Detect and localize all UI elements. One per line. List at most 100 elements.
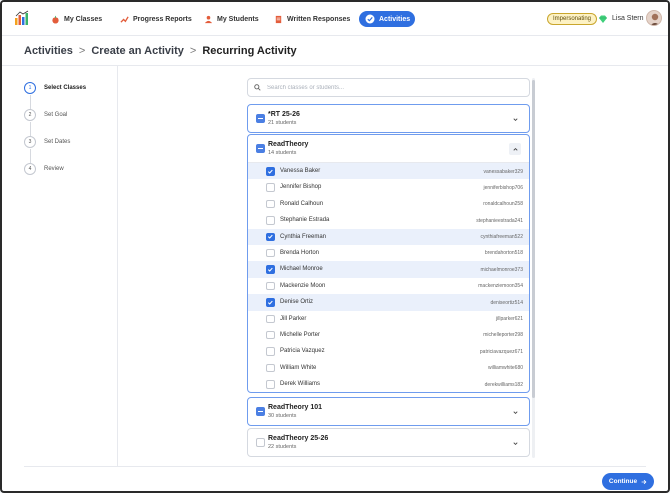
- student-username: ronaldcalhoun258: [483, 201, 523, 208]
- step-number: 2: [24, 109, 36, 121]
- search-box: [247, 78, 530, 97]
- scrollbar-thumb[interactable]: [532, 80, 535, 398]
- student-row[interactable]: Cynthia Freeman cynthiafreeman522: [248, 228, 529, 245]
- checkmark-icon: [267, 267, 273, 272]
- nav-my-students[interactable]: My Students: [197, 11, 265, 27]
- student-checkbox[interactable]: [266, 347, 275, 356]
- student-name: Michael Monroe: [280, 266, 323, 273]
- student-checkbox[interactable]: [266, 330, 275, 340]
- student-row[interactable]: Vanessa Baker vanessabaker329: [248, 163, 529, 180]
- check-circle-icon: [365, 14, 375, 24]
- chart-icon: [119, 14, 129, 24]
- breadcrumb-activities[interactable]: Activities: [24, 45, 73, 57]
- user-avatar[interactable]: [646, 10, 662, 26]
- student-username: michelleporter298: [483, 332, 523, 339]
- student-checkbox[interactable]: [266, 167, 275, 176]
- breadcrumb: Activities > Create an Activity > Recurr…: [24, 45, 297, 57]
- chevron-down-icon[interactable]: [509, 113, 521, 125]
- step-review: 4 Review: [24, 163, 64, 175]
- nav-written-responses[interactable]: Written Responses: [267, 11, 356, 27]
- continue-button[interactable]: Continue: [602, 473, 654, 490]
- step-connector: [30, 95, 31, 110]
- student-row[interactable]: Jill Parker jillparker621: [248, 311, 529, 327]
- class-card-readtheory-101[interactable]: ReadTheory 101 30 students: [247, 397, 530, 426]
- breadcrumb-separator: >: [189, 45, 197, 57]
- continue-label: Continue: [608, 478, 638, 485]
- nav-label: Written Responses: [287, 15, 351, 23]
- diamond-icon: [599, 15, 607, 23]
- step-set-goal: 2 Set Goal: [24, 109, 67, 121]
- chevron-down-icon[interactable]: [509, 437, 521, 449]
- breadcrumb-current: Recurring Activity: [202, 45, 297, 57]
- student-name: Brenda Horton: [280, 249, 320, 256]
- readtheory-logo-icon[interactable]: [14, 10, 30, 26]
- student-row[interactable]: Michelle Porter michelleporter298: [248, 327, 529, 343]
- student-row[interactable]: Ronald Calhoun ronaldcalhoun258: [248, 196, 529, 212]
- student-row[interactable]: William White williamwhite680: [248, 360, 529, 376]
- chevron-down-icon[interactable]: [509, 406, 521, 418]
- student-name: Derek Williams: [280, 381, 321, 388]
- class-name: *RT 25-26: [268, 111, 300, 118]
- search-input[interactable]: [267, 84, 517, 91]
- nav-activities[interactable]: Activities: [359, 11, 415, 27]
- class-checkbox[interactable]: [256, 114, 265, 123]
- student-row[interactable]: Denise Ortiz deniseortiz514: [248, 294, 529, 311]
- student-name: Vanessa Baker: [280, 168, 321, 174]
- student-username: williamwhite680: [487, 365, 523, 372]
- student-checkbox[interactable]: [266, 298, 275, 307]
- student-name: Patricia Vazquez: [280, 348, 325, 355]
- student-checkbox[interactable]: [266, 363, 275, 373]
- nav-label: Progress Reports: [133, 15, 192, 23]
- checkmark-icon: [267, 235, 273, 240]
- student-name: Jennifer Bishop: [280, 184, 322, 191]
- class-card-readtheory-25-26[interactable]: ReadTheory 25-26 22 students: [247, 428, 530, 457]
- checkmark-icon: [267, 169, 273, 174]
- class-checkbox[interactable]: [256, 144, 265, 153]
- student-checkbox[interactable]: [266, 183, 275, 192]
- class-student-count: 21 students: [268, 120, 297, 126]
- student-list: Vanessa Baker vanessabaker329 Jennifer Bis…: [248, 162, 529, 392]
- impersonating-badge: Impersonating: [547, 13, 598, 25]
- student-checkbox[interactable]: [266, 265, 275, 274]
- student-username: brendahorton518: [484, 250, 523, 257]
- student-checkbox[interactable]: [266, 380, 275, 389]
- class-card-header[interactable]: ReadTheory 101 30 students: [248, 398, 529, 425]
- student-checkbox[interactable]: [266, 248, 275, 258]
- class-student-count: 22 students: [268, 444, 297, 450]
- chevron-up-icon[interactable]: [509, 143, 521, 155]
- arrow-right-icon: [641, 479, 647, 484]
- student-username: patriciavazquez671: [479, 348, 523, 355]
- class-student-count: 30 students: [268, 413, 297, 419]
- student-row[interactable]: Mackenzie Moon mackenziemoon354: [248, 278, 529, 294]
- top-nav: My Classes Progress Reports My Students …: [2, 2, 668, 36]
- step-connector: [30, 149, 31, 164]
- student-checkbox[interactable]: [266, 232, 275, 242]
- nav-my-classes[interactable]: My Classes: [44, 11, 108, 27]
- step-label: Set Goal: [44, 112, 68, 118]
- student-checkbox[interactable]: [266, 314, 275, 324]
- step-number: 3: [24, 136, 36, 148]
- class-name: ReadTheory: [268, 141, 309, 148]
- class-card-readtheory[interactable]: ReadTheory 14 students Vanessa Baker vane…: [247, 134, 530, 393]
- student-row[interactable]: Michael Monroe michaelmonroe373: [248, 261, 529, 278]
- user-name[interactable]: Lisa Stern: [612, 15, 644, 22]
- student-row[interactable]: Stephanie Estrada stephanieestrada241: [248, 212, 529, 228]
- student-checkbox[interactable]: [266, 216, 275, 225]
- breadcrumb-create-activity[interactable]: Create an Activity: [91, 45, 184, 57]
- student-row[interactable]: Derek Williams derekwilliams182: [248, 376, 529, 392]
- class-checkbox[interactable]: [256, 407, 265, 416]
- student-username: vanessabaker329: [483, 168, 523, 175]
- student-row[interactable]: Jennifer Bishop jenniferbishop706: [248, 179, 529, 195]
- class-card-rt-25-26[interactable]: *RT 25-26 21 students: [247, 104, 530, 133]
- class-checkbox[interactable]: [256, 438, 265, 447]
- student-checkbox[interactable]: [266, 199, 275, 209]
- student-checkbox[interactable]: [266, 281, 275, 291]
- nav-label: My Classes: [64, 15, 103, 23]
- breadcrumb-separator: >: [78, 45, 86, 57]
- student-row[interactable]: Patricia Vazquez patriciavazquez671: [248, 343, 529, 359]
- nav-progress-reports[interactable]: Progress Reports: [113, 11, 198, 27]
- class-card-header[interactable]: ReadTheory 14 students: [248, 135, 529, 162]
- class-card-header[interactable]: ReadTheory 25-26 22 students: [248, 429, 529, 456]
- student-row[interactable]: Brenda Horton brendahorton518: [248, 245, 529, 261]
- class-card-header[interactable]: *RT 25-26 21 students: [248, 105, 529, 132]
